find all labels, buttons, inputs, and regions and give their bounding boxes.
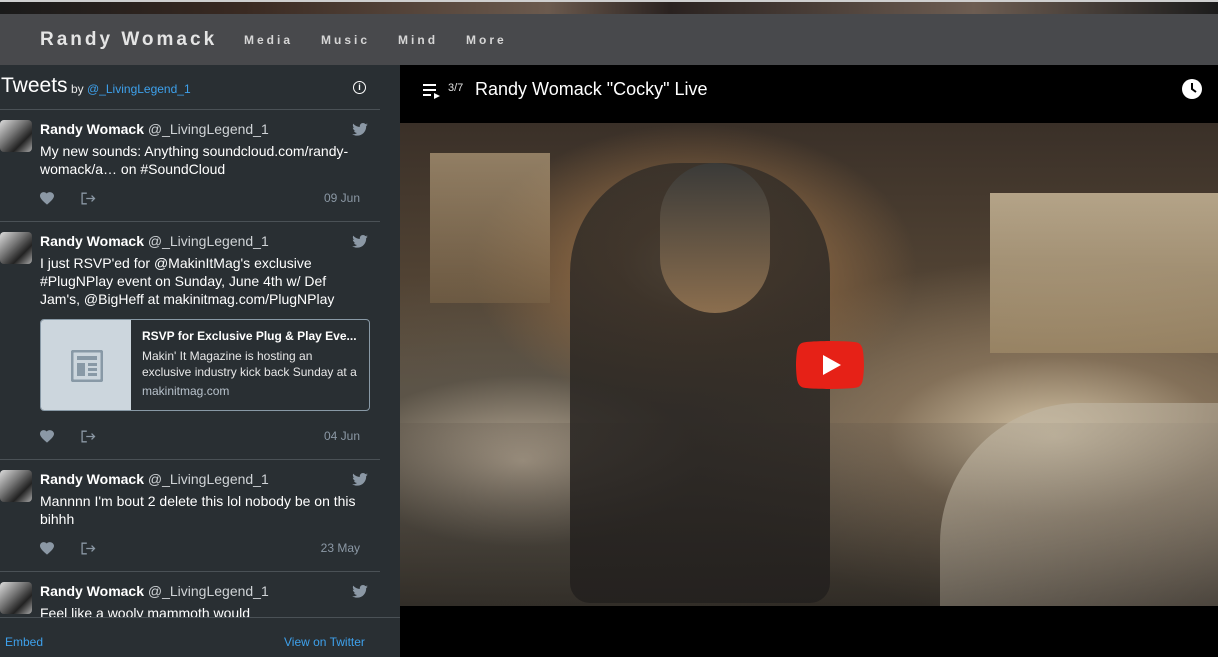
site-nav: Randy Womack Media Music Mind More [0, 14, 1218, 65]
card-title: RSVP for Exclusive Plug & Play Eve... [142, 329, 357, 343]
share-icon[interactable] [80, 192, 96, 205]
avatar[interactable] [0, 232, 32, 264]
twitter-bird-icon[interactable] [352, 473, 368, 486]
timeline-byline: by @_LivingLegend_1 [71, 82, 191, 96]
tweet-actions: 23 May [40, 541, 370, 557]
avatar[interactable] [0, 470, 32, 502]
play-icon[interactable] [796, 341, 864, 389]
info-icon[interactable]: i [353, 81, 366, 94]
twitter-bird-icon[interactable] [352, 123, 368, 136]
twitter-bird-icon[interactable] [352, 585, 368, 598]
byline-handle-link[interactable]: @_LivingLegend_1 [87, 82, 191, 96]
nav-menu: Media Music Mind More [244, 33, 535, 47]
author-name: Randy Womack [40, 583, 144, 599]
timeline-header: Tweets by @_LivingLegend_1 i [0, 65, 380, 110]
author-handle: @_LivingLegend_1 [147, 583, 269, 599]
twitter-timeline: Tweets by @_LivingLegend_1 i Randy Womac… [0, 65, 400, 657]
byline-label: by [71, 82, 84, 96]
card-thumbnail [41, 320, 131, 410]
video-frame[interactable] [400, 123, 1218, 613]
video-title-bar: 3/7 Randy Womack "Cocky" Live [400, 65, 1218, 123]
author-handle: @_LivingLegend_1 [147, 233, 269, 249]
tweet-date[interactable]: 09 Jun [324, 191, 360, 205]
avatar[interactable] [0, 120, 32, 152]
tweet-item[interactable]: Randy Womack @_LivingLegend_1 Mannnn I'm… [0, 460, 380, 572]
tweet-author[interactable]: Randy Womack @_LivingLegend_1 [40, 121, 269, 137]
heart-icon[interactable] [40, 192, 54, 205]
tweet-text: My new sounds: Anything soundcloud.com/r… [40, 143, 349, 177]
share-icon[interactable] [80, 542, 96, 555]
frame-head [660, 163, 770, 313]
author-name: Randy Womack [40, 471, 144, 487]
avatar[interactable] [0, 582, 32, 614]
video-player[interactable]: 3/7 Randy Womack "Cocky" Live [400, 65, 1218, 657]
twitter-bird-icon[interactable] [352, 235, 368, 248]
tweet-date[interactable]: 04 Jun [324, 429, 360, 443]
tweet-actions: 09 Jun [40, 191, 370, 207]
share-icon[interactable] [80, 430, 96, 443]
nav-item-mind[interactable]: Mind [398, 33, 438, 47]
tweet-actions: 04 Jun [40, 429, 370, 445]
author-name: Randy Womack [40, 233, 144, 249]
video-bottom-bar [400, 606, 1218, 657]
tweet-item[interactable]: Randy Womack @_LivingLegend_1 I just RSV… [0, 222, 380, 460]
author-handle: @_LivingLegend_1 [147, 121, 269, 137]
card-domain: makinitmag.com [142, 384, 230, 398]
tweet-author[interactable]: Randy Womack @_LivingLegend_1 [40, 583, 269, 599]
card-description: Makin' It Magazine is hosting an exclusi… [142, 349, 357, 379]
nav-item-music[interactable]: Music [321, 33, 370, 47]
author-name: Randy Womack [40, 121, 144, 137]
author-handle: @_LivingLegend_1 [147, 471, 269, 487]
tweet-author[interactable]: Randy Womack @_LivingLegend_1 [40, 471, 269, 487]
heart-icon[interactable] [40, 542, 54, 555]
site-brand[interactable]: Randy Womack [40, 29, 217, 51]
tweet-text: I just RSVP'ed for @MakinItMag's exclusi… [40, 255, 335, 307]
playlist-icon[interactable] [423, 83, 441, 99]
tweet-text: Mannnn I'm bout 2 delete this lol nobody… [40, 493, 356, 527]
link-card[interactable]: RSVP for Exclusive Plug & Play Eve... Ma… [40, 319, 370, 411]
timeline-title: Tweets [1, 74, 68, 97]
header-banner [0, 0, 1218, 14]
tweet-item[interactable]: Randy Womack @_LivingLegend_1 My new sou… [0, 110, 380, 222]
nav-item-media[interactable]: Media [244, 33, 293, 47]
nav-item-more[interactable]: More [466, 33, 507, 47]
frame-building-left [430, 153, 550, 303]
view-on-twitter-link[interactable]: View on Twitter [284, 635, 365, 649]
tweet-date[interactable]: 23 May [321, 541, 360, 555]
heart-icon[interactable] [40, 430, 54, 443]
clock-icon[interactable] [1182, 79, 1202, 99]
video-title[interactable]: Randy Womack "Cocky" Live [475, 79, 708, 100]
embed-link[interactable]: Embed [5, 635, 43, 649]
tweet-author[interactable]: Randy Womack @_LivingLegend_1 [40, 233, 269, 249]
frame-building-right [990, 193, 1218, 353]
playlist-position: 3/7 [448, 82, 464, 94]
article-icon [71, 350, 103, 382]
timeline-footer: Embed View on Twitter [0, 617, 400, 657]
